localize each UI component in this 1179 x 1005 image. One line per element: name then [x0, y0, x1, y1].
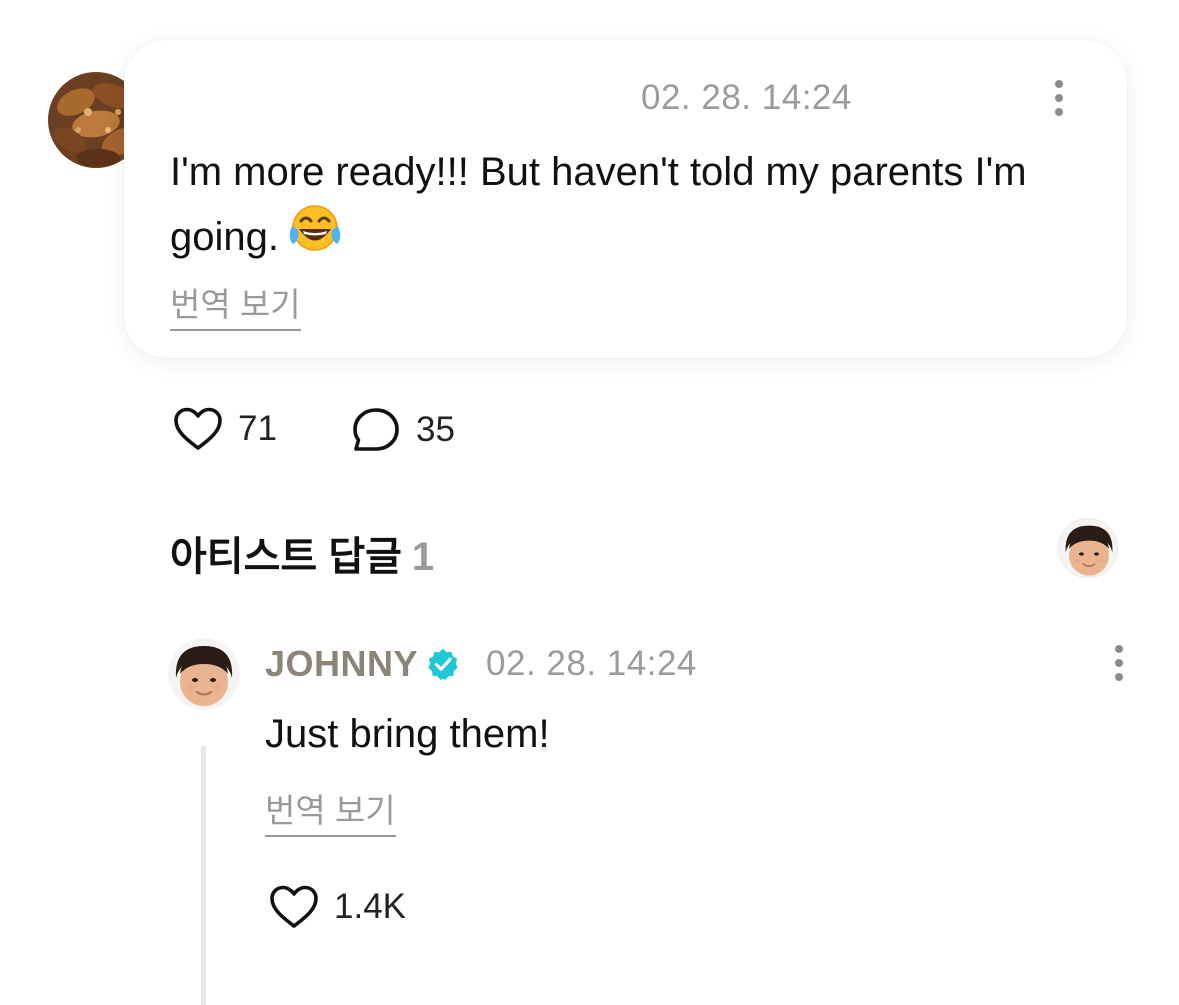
reply-timestamp: 02. 28. 14:24 [486, 644, 697, 683]
comment-reply-button[interactable]: 35 [350, 406, 455, 454]
more-dot-icon [1055, 80, 1063, 88]
speech-bubble-outline-icon [353, 408, 399, 451]
comment-reply-count: 35 [416, 410, 455, 449]
comment-translate-link[interactable]: 번역 보기 [170, 278, 301, 331]
reply-header: JOHNNY 02. 28. 14:24 [265, 640, 697, 688]
comment-body: I'm more ready!!! But haven't told my pa… [170, 140, 1050, 275]
artist-avatar[interactable] [168, 638, 240, 710]
more-dot-icon [1055, 108, 1063, 116]
reply-text: Just bring them! [265, 712, 550, 756]
more-dot-icon [1115, 673, 1123, 681]
more-dot-icon [1055, 94, 1063, 102]
laughing-tears-emoji-icon [287, 204, 343, 275]
comment-like-button[interactable]: 71 [172, 406, 277, 452]
comment-bubble: 02. 28. 14:24 I'm more ready!!! But have… [124, 40, 1127, 358]
comment-more-button[interactable] [1044, 73, 1074, 123]
comment-like-count: 71 [238, 409, 277, 448]
artist-reply-avatar-thumb[interactable] [1058, 518, 1118, 578]
more-dot-icon [1115, 645, 1123, 653]
artist-name[interactable]: JOHNNY [265, 643, 418, 685]
artist-replies-title: 아티스트 답글 [170, 535, 402, 579]
comment-page: 02. 28. 14:24 I'm more ready!!! But have… [0, 0, 1179, 1005]
comment-timestamp: 02. 28. 14:24 [641, 78, 852, 117]
artist-avatar-image [1059, 519, 1117, 577]
more-dot-icon [1115, 659, 1123, 667]
artist-avatar-image [168, 638, 240, 710]
reply-thread-line [201, 746, 206, 1005]
artist-replies-count: 1 [411, 535, 435, 579]
heart-outline-icon [174, 407, 222, 450]
reply-more-button[interactable] [1104, 638, 1134, 688]
verified-badge-icon [428, 648, 458, 681]
artist-replies-heading: 아티스트 답글 1 [170, 524, 434, 582]
reply-like-button[interactable]: 1.4K [268, 884, 406, 930]
reply-translate-link[interactable]: 번역 보기 [265, 784, 396, 837]
heart-outline-icon [270, 885, 318, 928]
reply-like-count: 1.4K [334, 887, 406, 926]
